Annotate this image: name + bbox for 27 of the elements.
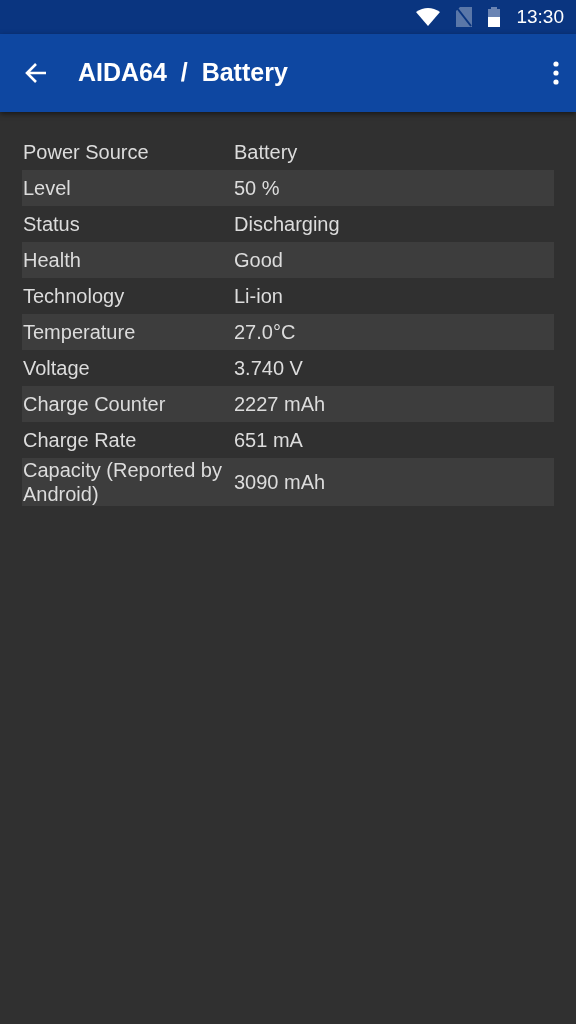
clock-time: 13:30	[516, 4, 564, 29]
property-value: 3.740 V	[234, 356, 303, 381]
property-value: 50 %	[234, 176, 280, 201]
app-title: AIDA64 / Battery	[78, 57, 288, 89]
property-label: Health	[22, 248, 82, 272]
wifi-icon	[416, 8, 441, 26]
property-value: Li-ion	[234, 284, 283, 309]
property-value: 651 mA	[234, 428, 303, 453]
property-value: Discharging	[234, 212, 340, 237]
property-label: Technology	[22, 284, 126, 308]
property-value: 27.0°C	[234, 320, 296, 345]
property-label: Power Source	[22, 140, 150, 164]
property-label: Charge Counter	[22, 392, 167, 416]
property-label: Voltage	[22, 356, 91, 380]
property-value: 3090 mAh	[234, 470, 326, 495]
property-label: Status	[22, 212, 81, 236]
more-options-icon[interactable]	[552, 61, 560, 85]
property-value: 2227 mAh	[234, 392, 326, 417]
property-label: Charge Rate	[22, 428, 138, 452]
back-arrow-icon[interactable]	[24, 61, 48, 85]
battery-icon	[488, 7, 501, 27]
property-label: Level	[22, 176, 72, 200]
property-label: Temperature	[22, 320, 137, 344]
property-value: Good	[234, 248, 283, 273]
no-sim-icon	[456, 7, 473, 27]
property-label: Capacity (Reported by Android)	[22, 458, 223, 506]
property-value: Battery	[234, 140, 298, 165]
